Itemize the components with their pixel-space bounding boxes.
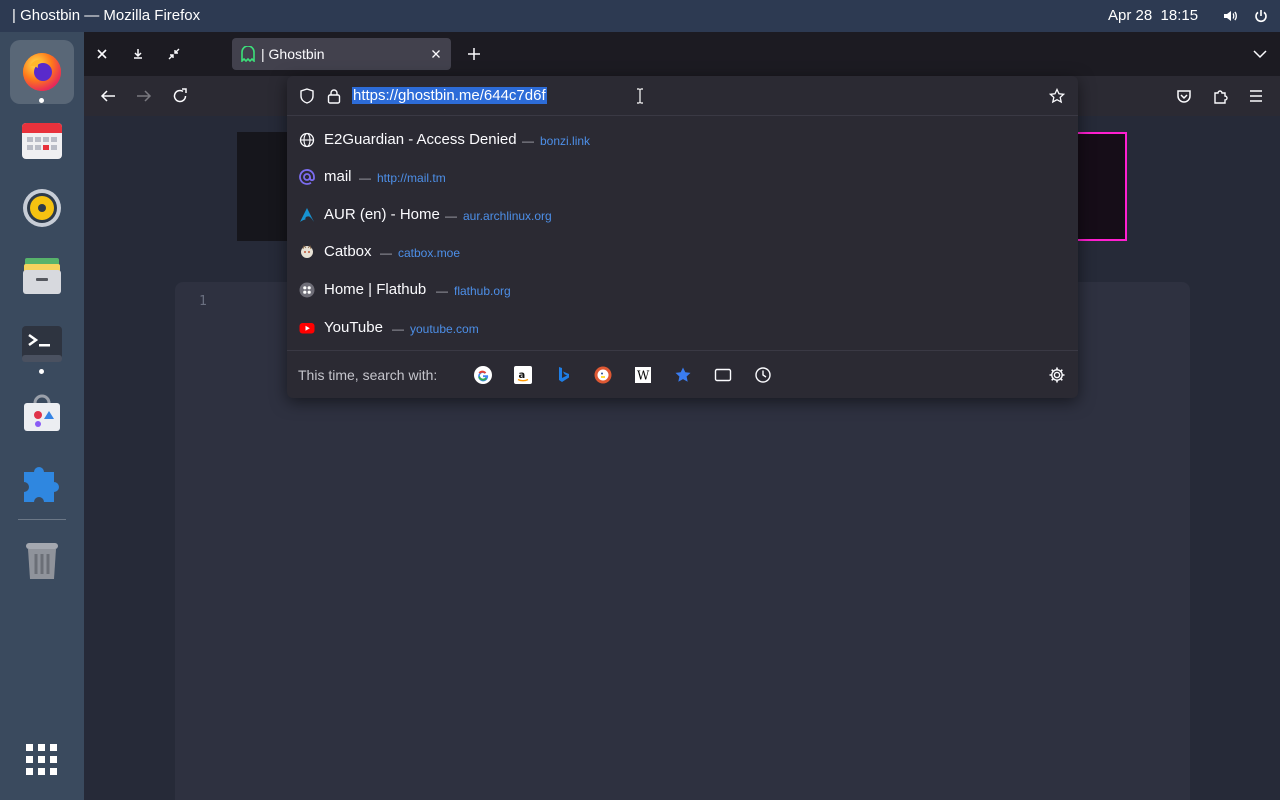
- window-title: | Ghostbin — Mozilla Firefox: [12, 7, 201, 24]
- trash-icon[interactable]: [10, 528, 74, 592]
- urlbar-dropdown: https://ghostbin.me/644c7d6f E2Guardian …: [287, 76, 1078, 398]
- reload-button[interactable]: [166, 82, 194, 110]
- bookmark-star-icon[interactable]: [1049, 88, 1065, 104]
- pocket-button[interactable]: [1170, 82, 1198, 110]
- search-with-label: This time, search with:: [298, 367, 438, 383]
- running-indicator: [39, 98, 44, 103]
- extensions-button[interactable]: [1206, 82, 1234, 110]
- svg-text:W: W: [637, 369, 650, 383]
- shield-icon[interactable]: [299, 88, 315, 104]
- suggestion-row[interactable]: mail — http://mail.tm: [287, 158, 1078, 196]
- duckduckgo-icon[interactable]: [593, 365, 613, 385]
- tab-ghostbin[interactable]: | Ghostbin: [232, 38, 451, 70]
- software-icon[interactable]: [10, 380, 74, 444]
- globe-icon: [299, 132, 315, 148]
- extensions-icon[interactable]: [10, 448, 74, 512]
- catbox-icon: [299, 244, 315, 260]
- youtube-icon: [299, 320, 315, 336]
- new-tab-button[interactable]: [460, 40, 488, 68]
- menu-button[interactable]: [1242, 82, 1270, 110]
- rhythmbox-icon[interactable]: [10, 176, 74, 240]
- flathub-icon: [299, 282, 315, 298]
- suggestion-row[interactable]: Home | Flathub — flathub.org: [287, 271, 1078, 309]
- clock[interactable]: Apr 28 18:15: [1108, 7, 1198, 24]
- bing-icon[interactable]: [553, 365, 573, 385]
- top-bar: | Ghostbin — Mozilla Firefox Apr 28 18:1…: [0, 0, 1280, 32]
- forward-button[interactable]: [130, 82, 158, 110]
- app-grid-icon[interactable]: [10, 728, 74, 792]
- terminal-icon[interactable]: [10, 312, 74, 376]
- firefox-icon[interactable]: [10, 40, 74, 104]
- tab-strip: | Ghostbin: [84, 32, 1280, 76]
- ghost-icon: [241, 46, 255, 62]
- calendar-icon[interactable]: [10, 108, 74, 172]
- close-window-button[interactable]: [88, 40, 116, 68]
- bookmarks-icon[interactable]: [673, 365, 693, 385]
- svg-text:a: a: [519, 370, 526, 381]
- dock: [0, 32, 84, 800]
- power-icon[interactable]: [1253, 8, 1269, 24]
- tab-close-icon[interactable]: [428, 46, 444, 62]
- one-off-search-row: This time, search with: a W: [287, 350, 1078, 398]
- minimize-window-button[interactable]: [124, 40, 152, 68]
- amazon-icon[interactable]: a: [513, 365, 533, 385]
- list-all-tabs-button[interactable]: [1246, 40, 1274, 68]
- url-field[interactable]: https://ghostbin.me/644c7d6f: [287, 76, 1078, 116]
- tab-title: | Ghostbin: [261, 46, 325, 62]
- dock-separator: [18, 519, 66, 520]
- wikipedia-icon[interactable]: W: [633, 365, 653, 385]
- restore-window-button[interactable]: [160, 40, 188, 68]
- files-icon[interactable]: [10, 244, 74, 308]
- search-settings-gear-icon[interactable]: [1047, 365, 1067, 385]
- url-text[interactable]: https://ghostbin.me/644c7d6f: [352, 87, 547, 104]
- suggestion-row[interactable]: AUR (en) - Home — aur.archlinux.org: [287, 196, 1078, 234]
- at-icon: [299, 169, 315, 185]
- back-button[interactable]: [94, 82, 122, 110]
- running-indicator: [39, 369, 44, 374]
- line-number: 1: [199, 294, 207, 309]
- history-icon[interactable]: [753, 365, 773, 385]
- text-cursor-icon: [636, 88, 644, 104]
- suggestion-row[interactable]: Catbox — catbox.moe: [287, 233, 1078, 271]
- lock-icon[interactable]: [327, 88, 341, 104]
- arch-icon: [299, 207, 315, 223]
- tabs-icon[interactable]: [713, 365, 733, 385]
- volume-icon[interactable]: [1222, 8, 1238, 24]
- suggestion-row[interactable]: YouTube — youtube.com: [287, 309, 1078, 347]
- suggestion-row[interactable]: E2Guardian - Access Denied — bonzi.link: [287, 121, 1078, 159]
- banner-image: [1077, 132, 1127, 241]
- google-icon[interactable]: [473, 365, 493, 385]
